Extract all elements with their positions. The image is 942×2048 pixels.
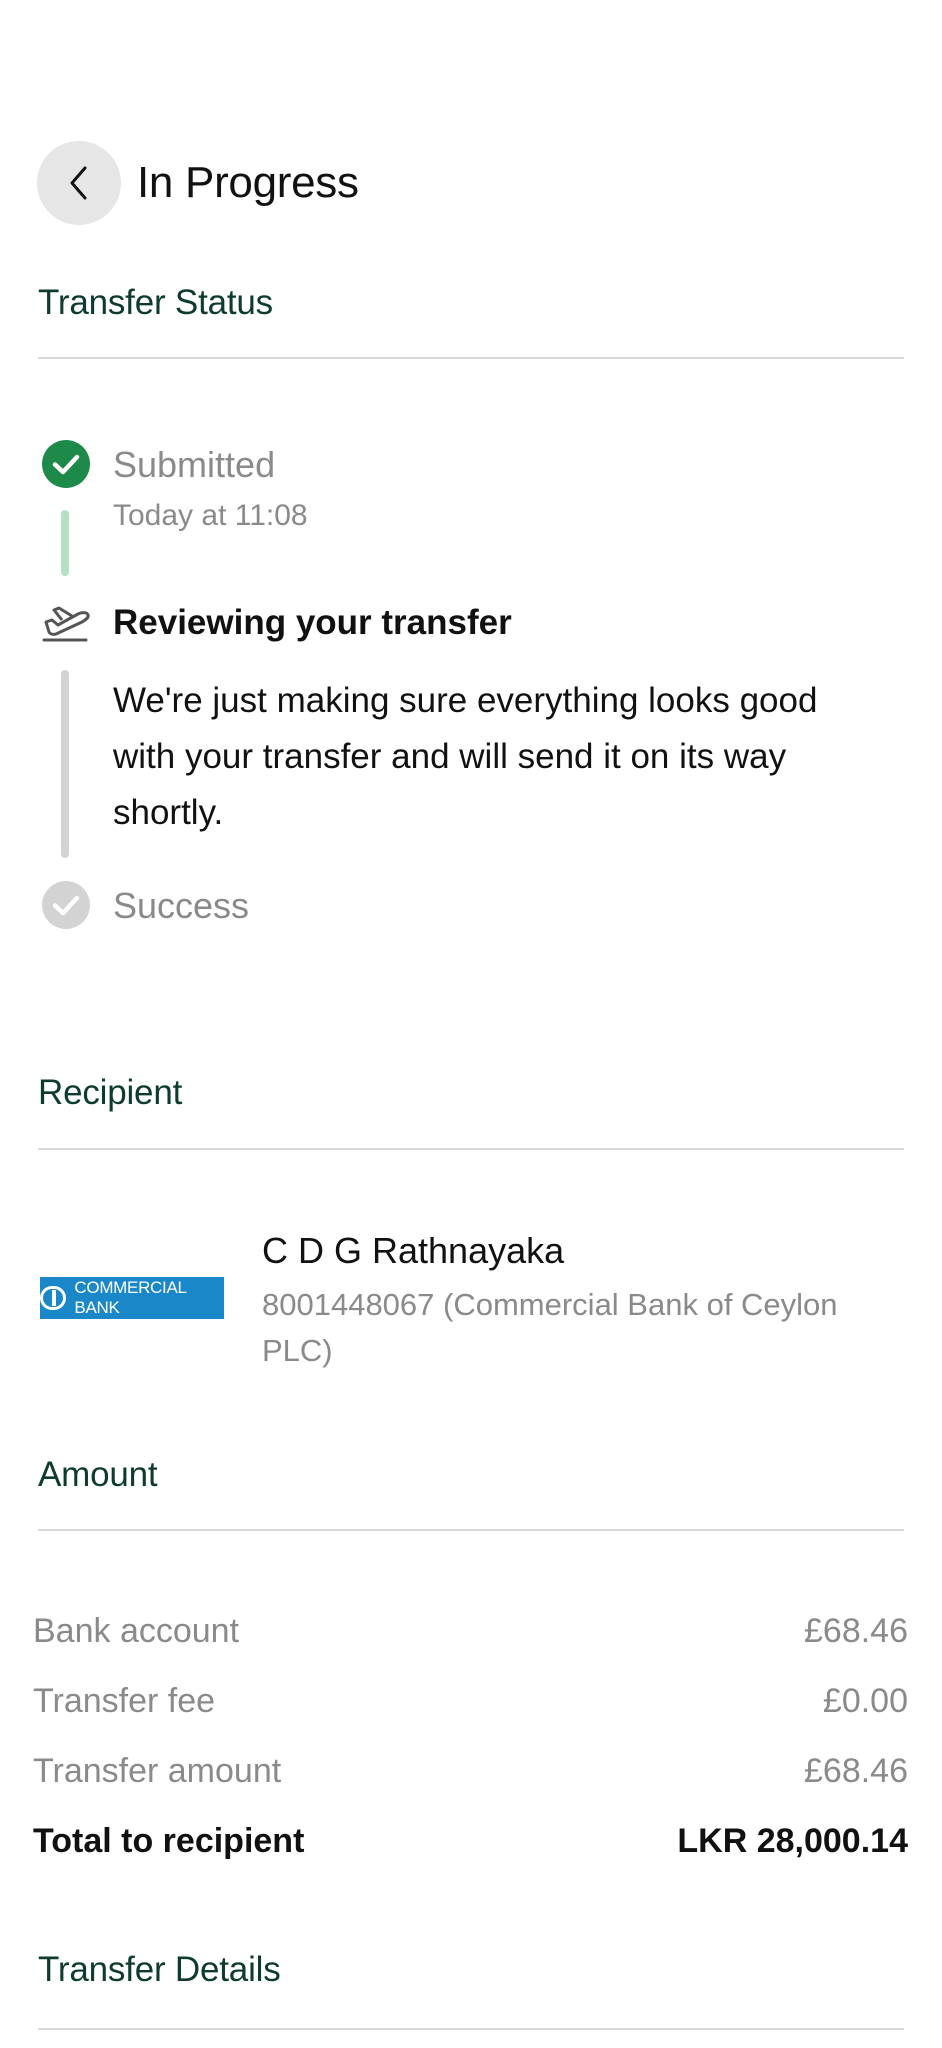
amount-row: Bank account £68.46	[33, 1612, 908, 1651]
page-title: In Progress	[137, 158, 359, 207]
amount-row-value: £68.46	[804, 1612, 908, 1650]
bank-logo-mark-icon	[40, 1286, 67, 1310]
back-button[interactable]	[37, 141, 121, 225]
chevron-left-icon	[70, 166, 87, 200]
recipient-account: 8001448067 (Commercial Bank of Ceylon PL…	[262, 1287, 838, 1368]
transfer-details-title: Transfer Details	[38, 1950, 281, 1989]
divider	[38, 1529, 904, 1531]
amount-row-value: £0.00	[822, 1682, 908, 1720]
amount-row-label: Transfer amount	[33, 1752, 282, 1790]
step-success-label: Success	[113, 885, 250, 926]
bank-logo: COMMERCIAL BANK	[40, 1277, 224, 1319]
recipient-title: Recipient	[38, 1073, 183, 1112]
amount-row: Transfer fee £0.00	[33, 1682, 908, 1721]
check-circle-icon	[42, 440, 90, 493]
plane-takeoff-icon	[40, 600, 92, 651]
step-submitted-label: Submitted	[113, 444, 276, 485]
amount-row: Transfer amount £68.46	[33, 1752, 908, 1791]
recipient-name: C D G Rathnayaka	[262, 1230, 565, 1271]
progress-line-complete	[61, 510, 69, 576]
amount-total-row: Total to recipient LKR 28,000.14	[33, 1822, 908, 1861]
amount-row-label: Transfer fee	[33, 1682, 216, 1720]
transfer-status-title: Transfer Status	[38, 283, 273, 322]
bank-logo-text: COMMERCIAL BANK	[74, 1278, 187, 1317]
page-header: In Progress	[37, 141, 359, 225]
divider	[38, 1148, 904, 1150]
divider	[38, 2028, 904, 2030]
step-submitted-time: Today at 11:08	[113, 499, 308, 532]
check-circle-pending-icon	[42, 881, 90, 934]
step-reviewing-description: We're just making sure everything looks …	[113, 681, 818, 832]
amount-total-value: LKR 28,000.14	[677, 1822, 908, 1860]
divider	[38, 357, 904, 359]
amount-total-label: Total to recipient	[33, 1822, 305, 1860]
step-reviewing-label: Reviewing your transfer	[113, 603, 512, 642]
amount-row-value: £68.46	[804, 1752, 908, 1790]
amount-row-label: Bank account	[33, 1612, 240, 1650]
progress-line-pending	[61, 670, 69, 858]
amount-title: Amount	[38, 1455, 158, 1494]
